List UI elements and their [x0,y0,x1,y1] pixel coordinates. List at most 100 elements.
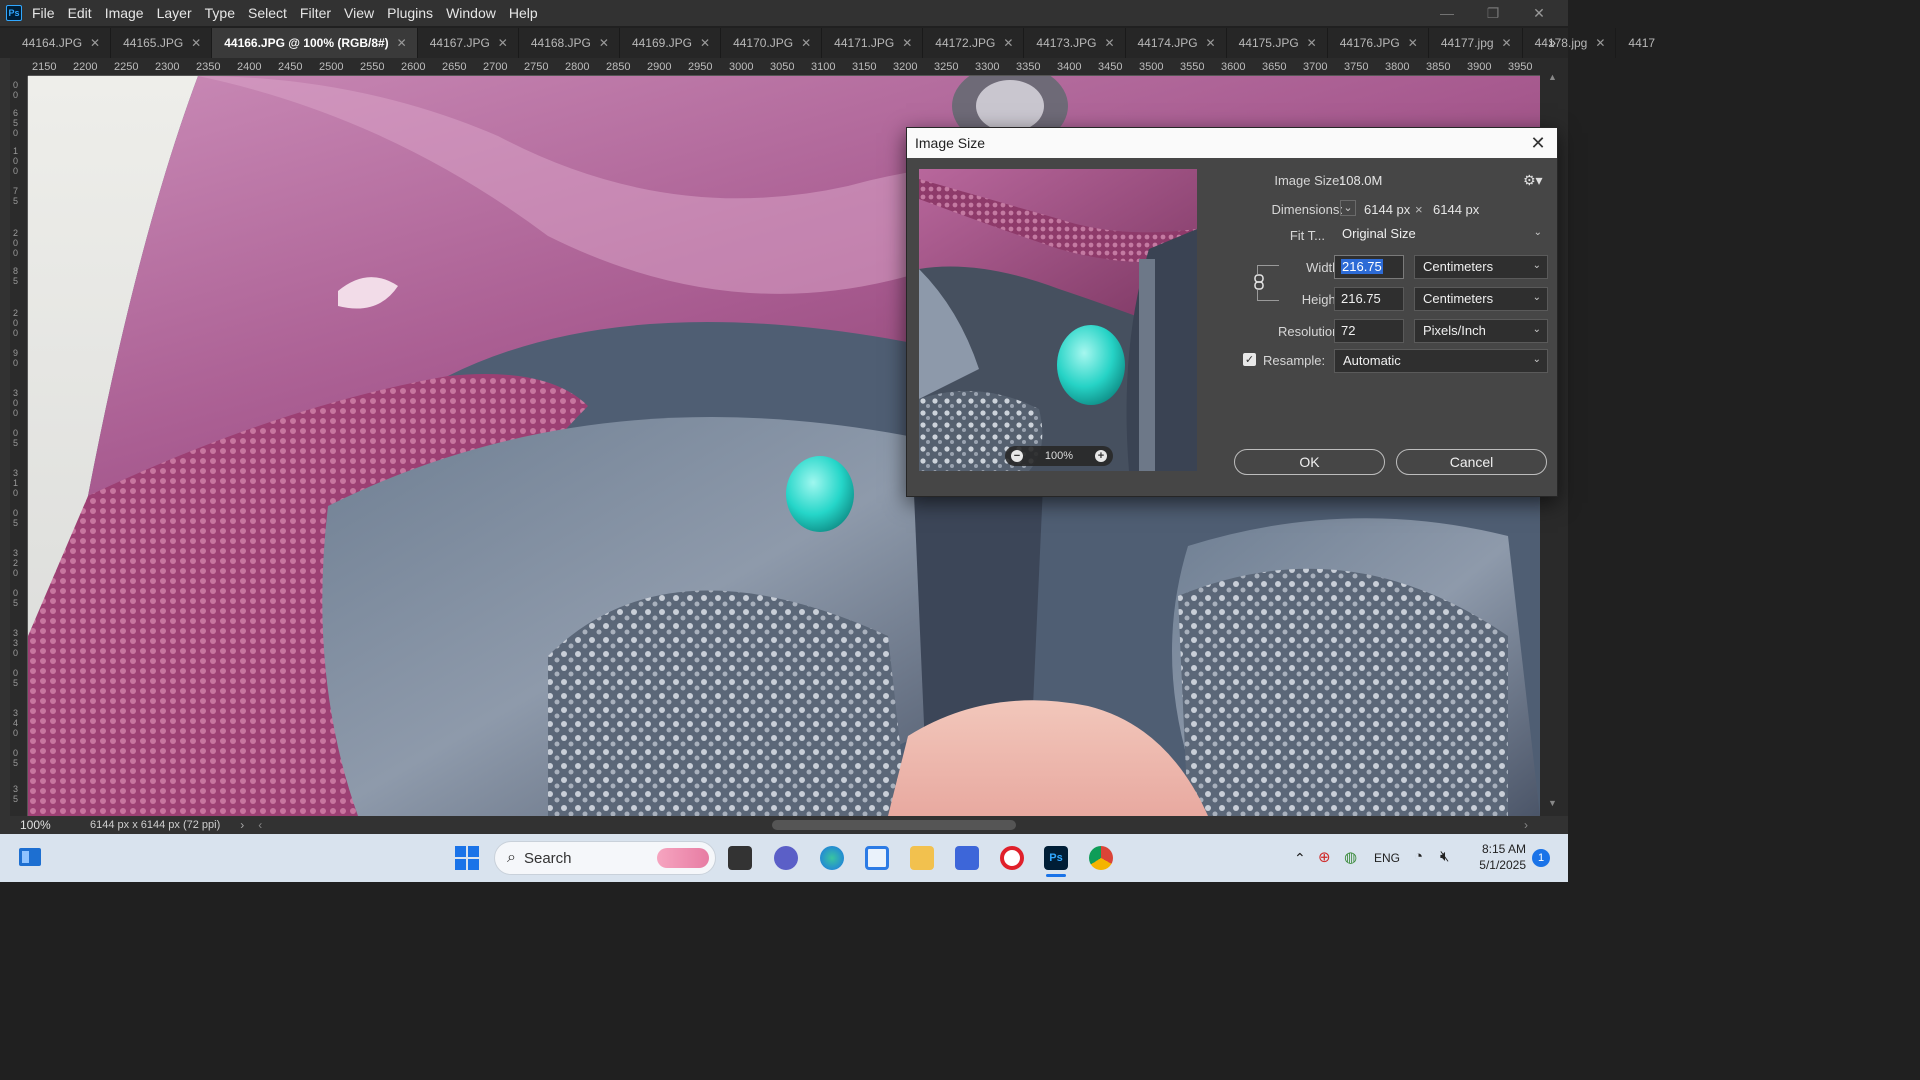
zoom-level[interactable]: 100% [0,818,62,832]
tab-44172[interactable]: 44172.JPG ✕ [923,28,1025,58]
menu-plugins[interactable]: Plugins [387,5,442,21]
teams-chat-icon[interactable] [774,846,798,870]
horizontal-ruler[interactable]: 2150 2200 2250 2300 2350 2400 2450 2500 … [28,58,1540,76]
tab-close-icon[interactable]: ✕ [902,36,912,50]
width-unit-dropdown[interactable]: Centimeters ⌄ [1414,255,1548,279]
tray-overflow-chevron-icon[interactable]: ⌃ [1294,850,1306,867]
tab-44178[interactable]: 44178.jpg ✕ [1523,28,1617,58]
menu-image[interactable]: Image [105,5,153,21]
dimensions-unit-chevron-icon[interactable]: ⌄ [1340,200,1356,216]
link-chain-icon[interactable] [1253,274,1265,290]
microsoft-store-icon[interactable] [955,846,979,870]
tab-44175[interactable]: 44175.JPG ✕ [1227,28,1328,58]
menu-file[interactable]: File [32,5,64,21]
clock-date[interactable]: 5/1/2025 [1474,858,1526,872]
gear-icon[interactable]: ⚙▾ [1523,172,1543,189]
scroll-up-icon[interactable]: ▲ [1548,72,1557,82]
task-view-icon[interactable] [728,846,752,870]
tab-close-icon[interactable]: ✕ [1104,36,1114,50]
tab-label: 44164.JPG [22,36,83,50]
tab-close-icon[interactable]: ✕ [801,36,811,50]
tab-close-icon[interactable]: ✕ [1003,36,1013,50]
resample-checkbox[interactable]: ✓ [1243,353,1256,366]
tab-close-icon[interactable]: ✕ [1408,36,1418,50]
tab-close-icon[interactable]: ✕ [90,36,100,50]
menu-layer[interactable]: Layer [157,5,201,21]
opera-browser-icon[interactable] [1000,846,1024,870]
wifi-icon[interactable]: ◔ [1414,848,1423,865]
volume-muted-icon[interactable]: 🔇︎ [1440,848,1449,865]
notification-badge[interactable]: 1 [1532,849,1550,867]
tab-close-icon[interactable]: ✕ [191,36,201,50]
photoshop-logo-icon[interactable]: Ps [6,5,22,21]
file-explorer-icon[interactable] [910,846,934,870]
fit-to-dropdown[interactable]: Original Size ⌄ [1334,223,1548,247]
tab-close-icon[interactable]: ✕ [1307,36,1317,50]
status-expand-chevron-icon[interactable]: › [240,818,244,832]
tab-44176[interactable]: 44176.JPG ✕ [1328,28,1429,58]
image-preview[interactable]: − 100% + [919,169,1197,471]
widgets-icon[interactable] [18,845,42,869]
snipping-tool-icon[interactable] [865,846,889,870]
maximize-icon[interactable]: ❐ [1470,0,1516,26]
tab-44170[interactable]: 44170.JPG ✕ [721,28,823,58]
tab-label: 44175.JPG [1238,36,1299,50]
taskbar-search[interactable]: ⌕ Search [494,841,716,875]
edge-browser-icon[interactable] [820,846,844,870]
resolution-unit-dropdown[interactable]: Pixels/Inch ⌄ [1414,319,1548,343]
menu-filter[interactable]: Filter [300,5,340,21]
width-input[interactable]: 216.75 [1334,255,1404,279]
cancel-button[interactable]: Cancel [1396,449,1547,475]
tab-44173[interactable]: 44173.JPG ✕ [1024,28,1126,58]
tab-close-icon[interactable]: ✕ [1206,36,1216,50]
tab-close-icon[interactable]: ✕ [599,36,609,50]
chrome-browser-icon[interactable] [1089,846,1113,870]
tab-close-icon[interactable]: ✕ [498,36,508,50]
tab-close-icon[interactable]: ✕ [397,36,407,50]
menu-select[interactable]: Select [248,5,296,21]
tab-4417-truncated[interactable]: 4417 [1616,28,1665,58]
menu-window[interactable]: Window [446,5,505,21]
tab-overflow-chevron-icon[interactable]: » [1548,34,1556,50]
menu-type[interactable]: Type [205,5,244,21]
dialog-titlebar[interactable]: Image Size ✕ [907,128,1557,158]
scroll-right-icon[interactable]: › [1524,818,1528,832]
tab-44167[interactable]: 44167.JPG ✕ [418,28,519,58]
tab-44171[interactable]: 44171.JPG ✕ [822,28,924,58]
resample-dropdown[interactable]: Automatic ⌄ [1334,349,1548,373]
tab-44177[interactable]: 44177.jpg ✕ [1429,28,1523,58]
scroll-down-icon[interactable]: ▼ [1548,798,1557,808]
clock-time[interactable]: 8:15 AM [1480,842,1526,856]
tab-44174[interactable]: 44174.JPG ✕ [1126,28,1227,58]
window-close-icon[interactable]: ✕ [1516,0,1562,26]
height-unit-dropdown[interactable]: Centimeters ⌄ [1414,287,1548,311]
resolution-input[interactable]: 72 [1334,319,1404,343]
zoom-out-icon[interactable]: − [1011,450,1023,462]
language-indicator[interactable]: ENG [1374,851,1400,865]
resample-label: Resample: [1263,353,1326,368]
horizontal-scrollbar-thumb[interactable] [772,820,1016,830]
menu-view[interactable]: View [344,5,383,21]
minimize-icon[interactable]: — [1424,0,1470,26]
menu-help[interactable]: Help [509,5,547,21]
height-input[interactable]: 216.75 [1334,287,1404,311]
vertical-ruler[interactable]: 00650 10075 20085 20090 30005 31005 3200… [10,76,28,816]
tab-close-icon[interactable]: ✕ [700,36,710,50]
scroll-left-icon[interactable]: ‹ [258,818,262,832]
start-windows-icon[interactable] [454,845,480,871]
ok-button[interactable]: OK [1234,449,1385,475]
zoom-in-icon[interactable]: + [1094,450,1107,462]
document-info[interactable]: 6144 px x 6144 px (72 ppi) [90,819,220,831]
tab-44166-active[interactable]: 44166.JPG @ 100% (RGB/8#) ✕ [212,28,418,58]
network-globe-tray-icon[interactable]: ◍ [1344,848,1357,866]
tab-44164[interactable]: 44164.JPG ✕ [10,28,112,58]
tab-44169[interactable]: 44169.JPG ✕ [620,28,722,58]
tab-close-icon[interactable]: ✕ [1502,36,1512,50]
tab-close-icon[interactable]: ✕ [1595,36,1605,50]
tab-44168[interactable]: 44168.JPG ✕ [519,28,620,58]
vpn-tray-icon[interactable]: ⊕ [1318,848,1331,866]
menu-edit[interactable]: Edit [68,5,101,21]
close-icon[interactable]: ✕ [1527,132,1549,154]
tab-44165[interactable]: 44165.JPG ✕ [111,28,213,58]
photoshop-taskbar-icon[interactable]: Ps [1044,846,1068,870]
